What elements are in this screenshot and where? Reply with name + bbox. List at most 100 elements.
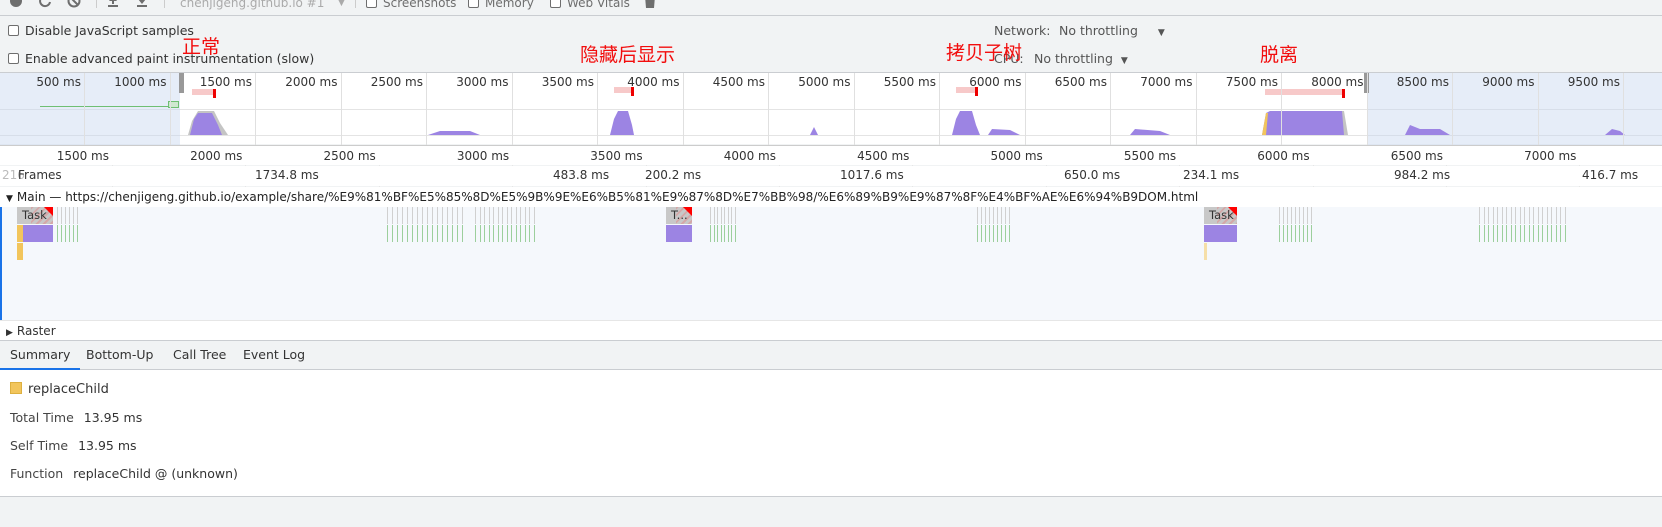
main-thread-header[interactable]: ▼ Main — https://chenjigeng.github.io/exa… <box>0 187 1662 207</box>
trace-event-mark[interactable] <box>993 207 994 224</box>
trace-event-mark[interactable] <box>1542 207 1543 224</box>
trace-event-mark[interactable] <box>1483 225 1485 242</box>
task-block[interactable]: T... <box>666 207 692 224</box>
frame-duration[interactable]: 234.1 ms <box>1183 168 1239 182</box>
trace-event-mark[interactable] <box>57 207 58 224</box>
trace-event-mark[interactable] <box>77 225 78 242</box>
trace-event-mark[interactable] <box>442 207 443 224</box>
timeline-overview[interactable]: 500 ms 1000 ms 1500 ms 2000 ms 2500 ms 3000 m… <box>0 72 1662 145</box>
trace-event-mark[interactable] <box>1560 225 1561 242</box>
frame-duration[interactable]: 1734.8 ms <box>255 168 319 182</box>
trace-event-mark[interactable] <box>1551 207 1552 224</box>
trace-event-mark[interactable] <box>1283 207 1284 224</box>
trace-event-mark[interactable] <box>1546 225 1548 242</box>
trace-event-mark[interactable] <box>61 207 62 224</box>
trace-event-mark[interactable] <box>734 225 736 242</box>
trace-event-mark[interactable] <box>479 207 481 224</box>
trace-event-mark[interactable] <box>457 225 458 242</box>
trace-event-mark[interactable] <box>1560 207 1561 224</box>
trace-event-mark[interactable] <box>1001 207 1002 224</box>
trace-event-mark[interactable] <box>529 207 530 224</box>
trace-event-mark[interactable] <box>717 225 718 242</box>
trace-event-mark[interactable] <box>1524 207 1525 224</box>
trace-event-mark[interactable] <box>533 225 535 242</box>
trace-event-mark[interactable] <box>989 225 990 242</box>
trace-event-mark[interactable] <box>475 225 476 242</box>
trace-event-mark[interactable] <box>412 225 413 242</box>
trace-event-mark[interactable] <box>511 207 512 224</box>
trace-event-mark[interactable] <box>720 225 722 242</box>
trace-event-mark[interactable] <box>724 225 725 242</box>
trace-event-mark[interactable] <box>731 225 732 242</box>
network-throttle-select[interactable]: No throttling ▼ <box>1059 22 1165 40</box>
trace-event-mark[interactable] <box>1299 207 1300 224</box>
trace-event-mark[interactable] <box>1283 225 1284 242</box>
trace-event-mark[interactable] <box>493 225 494 242</box>
task-block[interactable]: Task <box>1204 207 1237 224</box>
trace-event-mark[interactable] <box>1307 225 1308 242</box>
trace-event-mark[interactable] <box>77 207 78 224</box>
frame-duration[interactable]: 416.7 ms <box>1582 168 1638 182</box>
trace-event-mark[interactable] <box>493 207 494 224</box>
frame-duration[interactable]: 1017.6 ms <box>840 168 904 182</box>
expand-triangle-icon[interactable]: ▼ <box>6 194 13 204</box>
trace-event-mark[interactable] <box>989 207 990 224</box>
trace-event-mark[interactable] <box>506 225 508 242</box>
trace-event-mark[interactable] <box>1299 225 1300 242</box>
trace-event-mark[interactable] <box>1291 207 1292 224</box>
trace-event-mark[interactable] <box>437 225 438 242</box>
trace-event-mark[interactable] <box>1533 225 1534 242</box>
trace-event-mark[interactable] <box>1555 207 1557 224</box>
trace-event-mark[interactable] <box>417 207 418 224</box>
trace-event-mark[interactable] <box>1303 225 1304 242</box>
web-vitals-checkbox[interactable]: Web Vitals <box>550 0 630 14</box>
trace-event-mark[interactable] <box>484 207 485 224</box>
trace-event-mark[interactable] <box>457 207 458 224</box>
trace-event-mark[interactable] <box>1519 207 1521 224</box>
trace-event-mark[interactable] <box>1515 225 1516 242</box>
trace-event-mark[interactable] <box>422 225 423 242</box>
record-icon[interactable] <box>9 0 23 14</box>
trace-event-mark[interactable] <box>1488 207 1489 224</box>
trace-event-mark[interactable] <box>57 225 58 242</box>
rendering-bar[interactable] <box>1204 225 1237 242</box>
trace-event-mark[interactable] <box>506 207 508 224</box>
trace-event-mark[interactable] <box>437 207 438 224</box>
trace-event-mark[interactable] <box>462 207 463 224</box>
trace-event-mark[interactable] <box>65 225 66 242</box>
trace-event-mark[interactable] <box>1279 225 1280 242</box>
trace-event-mark[interactable] <box>520 225 521 242</box>
frame-duration[interactable]: 984.2 ms <box>1394 168 1450 182</box>
trace-event-mark[interactable] <box>520 207 521 224</box>
trace-event-mark[interactable] <box>981 207 982 224</box>
trace-event-mark[interactable] <box>442 225 443 242</box>
advanced-paint-checkbox[interactable]: Enable advanced paint instrumentation (s… <box>8 50 314 68</box>
trace-event-mark[interactable] <box>524 225 526 242</box>
trace-event-mark[interactable] <box>1551 225 1552 242</box>
trace-event-mark[interactable] <box>1009 207 1010 224</box>
trace-event-mark[interactable] <box>452 225 453 242</box>
trace-event-mark[interactable] <box>1528 225 1530 242</box>
trace-event-mark[interactable] <box>997 207 998 224</box>
trace-event-mark[interactable] <box>1537 225 1539 242</box>
upload-icon[interactable] <box>106 0 120 14</box>
trace-event-mark[interactable] <box>1524 225 1525 242</box>
trace-event-mark[interactable] <box>1295 225 1296 242</box>
trace-event-mark[interactable] <box>392 207 393 224</box>
trace-event-mark[interactable] <box>462 225 463 242</box>
trace-event-mark[interactable] <box>1479 207 1480 224</box>
trace-event-mark[interactable] <box>1311 225 1312 242</box>
trace-event-mark[interactable] <box>1510 225 1512 242</box>
trace-event-mark[interactable] <box>452 207 453 224</box>
trace-event-mark[interactable] <box>1537 207 1539 224</box>
trace-event-mark[interactable] <box>977 225 978 242</box>
trace-event-mark[interactable] <box>713 207 715 224</box>
trace-event-mark[interactable] <box>397 207 398 224</box>
trace-event-mark[interactable] <box>475 207 476 224</box>
trace-event-mark[interactable] <box>727 225 729 242</box>
trace-event-mark[interactable] <box>427 225 428 242</box>
trace-event-mark[interactable] <box>392 225 393 242</box>
trace-event-mark[interactable] <box>1519 225 1521 242</box>
memory-checkbox[interactable]: Memory <box>468 0 534 14</box>
trace-event-mark[interactable] <box>1295 207 1296 224</box>
